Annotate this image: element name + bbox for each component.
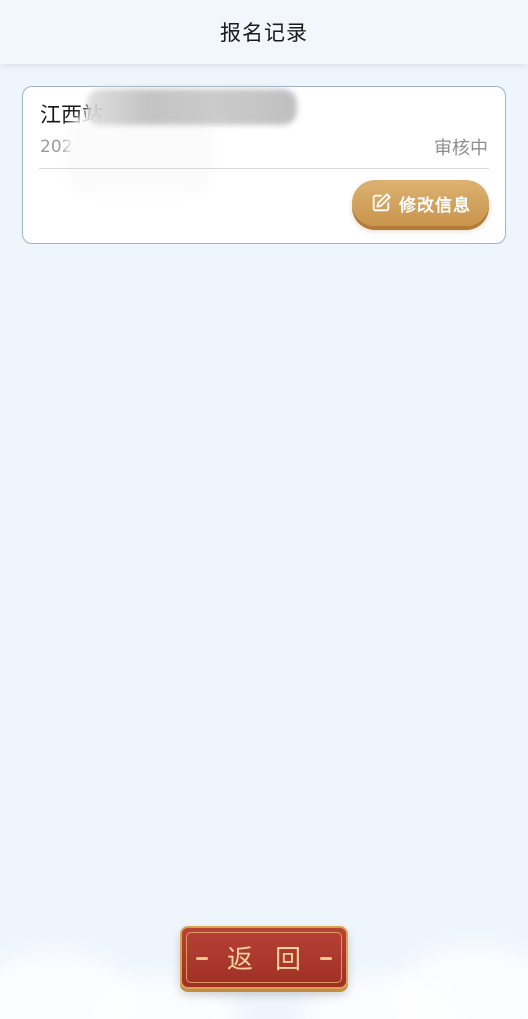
record-status: 审核中 [434,138,488,159]
edit-info-button[interactable]: 修改信息 [352,180,489,226]
back-button-label: 返回 [226,945,323,975]
left-dash-ornament [196,957,208,960]
record-title: 江西站 [40,103,103,127]
card-divider [39,168,489,169]
edit-pencil-icon [372,193,391,212]
registration-records-page: 报名记录 江西站 202 审核中 修改信息 返回 [0,0,528,1019]
edit-info-label: 修改信息 [399,195,471,216]
privacy-blur-bar [87,89,297,125]
page-title: 报名记录 [220,21,308,45]
cloud-decoration [390,945,528,1019]
record-date: 202 [40,137,73,157]
right-dash-ornament [320,957,332,960]
page-header: 报名记录 [0,0,528,64]
back-button[interactable]: 返回 [180,926,348,989]
record-card[interactable]: 江西站 202 审核中 修改信息 [22,86,506,244]
